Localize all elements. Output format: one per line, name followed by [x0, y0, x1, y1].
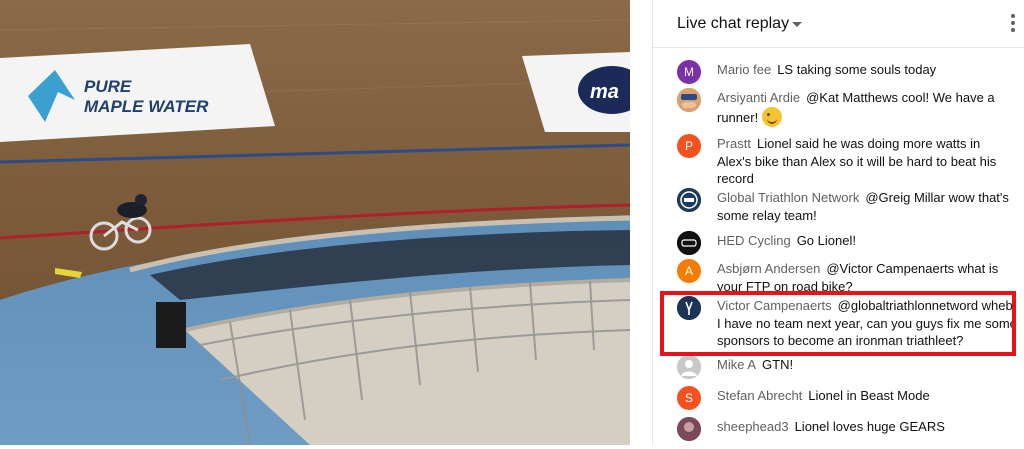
- velodrome-scene: PURE MAPLE WATER ma: [0, 0, 630, 445]
- highlight-box: [660, 291, 1016, 356]
- chat-author[interactable]: sheephead3: [717, 419, 789, 434]
- avatar[interactable]: A: [677, 259, 701, 283]
- video-player[interactable]: PURE MAPLE WATER ma: [0, 0, 630, 445]
- chat-text: Go Lionel!: [796, 233, 856, 248]
- chat-message: sheephead3 Lionel loves huge GEARS: [677, 417, 1017, 441]
- avatar[interactable]: [677, 417, 701, 441]
- chat-text: LS taking some souls today: [777, 62, 937, 77]
- chat-author[interactable]: Asbjørn Andersen: [717, 261, 820, 276]
- chat-message: M Mario fee LS taking some souls today: [677, 60, 1017, 84]
- chat-header: Live chat replay: [653, 0, 1024, 48]
- chat-author[interactable]: Mike A: [717, 357, 756, 372]
- chat-author[interactable]: Mario fee: [717, 62, 771, 77]
- avatar[interactable]: [677, 188, 701, 212]
- live-chat-panel: Live chat replay M Mario fee LS taking so…: [652, 0, 1024, 445]
- chat-author[interactable]: Global Triathlon Network: [717, 190, 859, 205]
- more-options-icon[interactable]: [1009, 14, 1017, 34]
- sponsor-banner-1: PURE MAPLE WATER: [0, 44, 275, 142]
- sponsor-2-text: ma: [590, 81, 619, 103]
- chat-message: A Asbjørn Andersen @Victor Campenaerts wh…: [677, 259, 1017, 295]
- chevron-down-icon[interactable]: [792, 22, 802, 27]
- chat-message: Arsiyanti Ardie @Kat Matthews cool! We ha…: [677, 88, 1017, 127]
- chat-text: Lionel said he was doing more watts in A…: [717, 136, 997, 186]
- chat-text: Lionel in Beast Mode: [808, 388, 930, 403]
- sponsor-1-line1: PURE: [84, 77, 132, 96]
- avatar[interactable]: [677, 355, 701, 379]
- chat-author[interactable]: Arsiyanti Ardie: [717, 90, 800, 105]
- chat-message: Mike A GTN!: [677, 355, 1017, 379]
- chat-message: HED Cycling Go Lionel!: [677, 231, 1017, 255]
- avatar[interactable]: P: [677, 134, 701, 158]
- sponsor-1-line2: MAPLE WATER: [84, 97, 209, 116]
- chat-author[interactable]: Prastt: [717, 136, 751, 151]
- avatar[interactable]: [677, 231, 701, 255]
- chat-message: Global Triathlon Network @Greig Millar wo…: [677, 188, 1017, 224]
- chat-text: GTN!: [762, 357, 794, 372]
- chat-author[interactable]: HED Cycling: [717, 233, 791, 248]
- chat-message: S Stefan Abrecht Lionel in Beast Mode: [677, 386, 1017, 410]
- wink-emoji-icon: [762, 106, 783, 127]
- chat-mode-dropdown[interactable]: Live chat replay: [677, 15, 789, 33]
- chat-author[interactable]: Stefan Abrecht: [717, 388, 802, 403]
- avatar[interactable]: [677, 88, 701, 112]
- avatar[interactable]: S: [677, 386, 701, 410]
- chat-message: P Prastt Lionel said he was doing more wa…: [677, 134, 1017, 188]
- chat-text: Lionel loves huge GEARS: [794, 419, 945, 434]
- avatar[interactable]: M: [677, 60, 701, 84]
